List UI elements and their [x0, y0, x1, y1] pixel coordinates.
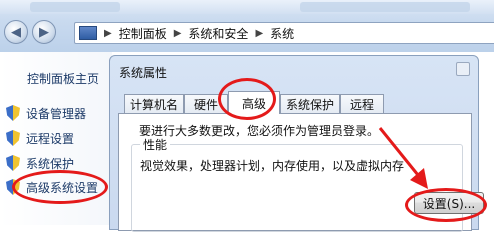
highlight-ring — [218, 78, 276, 120]
highlight-ring — [405, 188, 487, 222]
highlight-ring — [12, 170, 108, 204]
